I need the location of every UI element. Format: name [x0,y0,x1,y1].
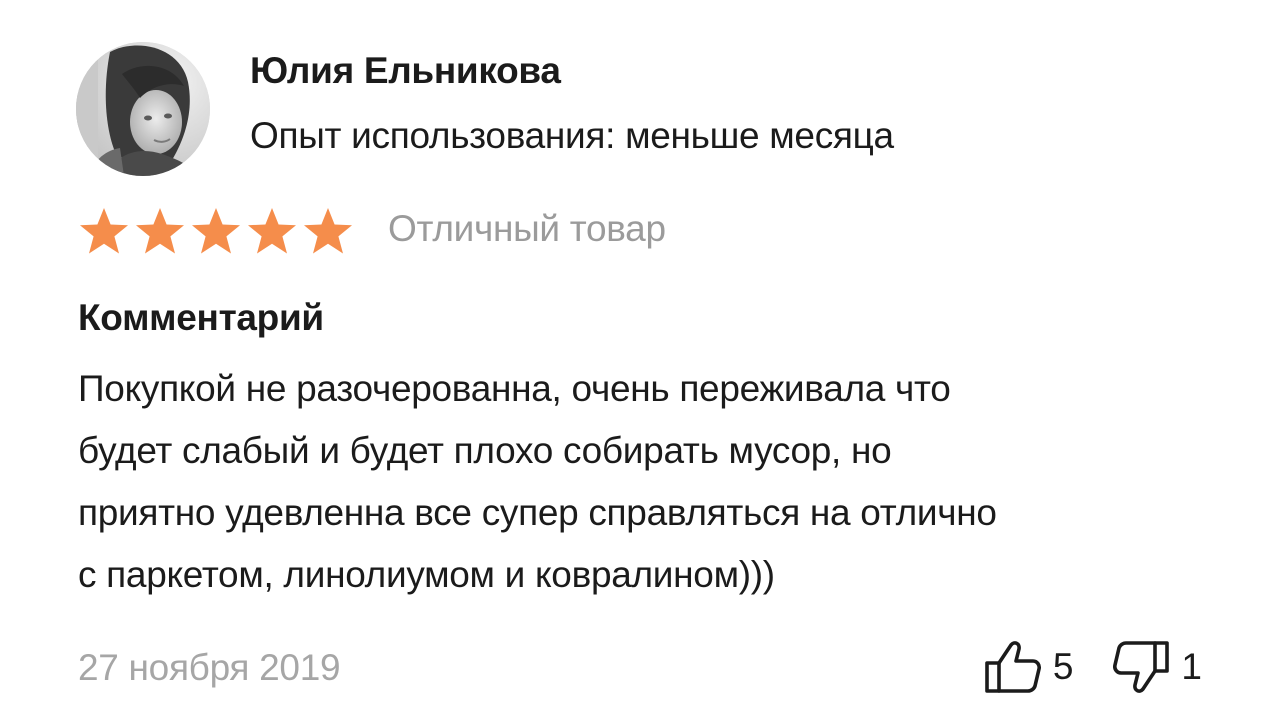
thumbs-up-icon [985,641,1041,693]
review-card: Юлия Ельникова Опыт использования: меньш… [0,0,1280,726]
like-button[interactable]: 5 [983,637,1074,697]
comment-text: Покупкой не разочерованна, очень пережив… [78,358,1228,606]
review-date: 27 ноября 2019 [78,647,341,688]
rating-label: Отличный товар [388,208,666,249]
rating-stars [78,206,354,258]
author-name[interactable]: Юлия Ельникова [250,50,561,92]
star-icon [248,208,296,254]
comment-line: будет слабый и будет плохо собирать мусо… [78,430,892,471]
star-icon [136,208,184,254]
comment-line: с паркетом, линолиумом и ковралином))) [78,554,775,595]
star-icon [304,208,352,254]
comment-line: приятно удевленна все супер справляться … [78,492,997,533]
comment-title: Комментарий [78,297,324,338]
author-avatar[interactable] [76,42,210,176]
author-experience: Опыт использования: меньше месяца [250,115,894,156]
dislike-button[interactable]: 1 [1111,637,1202,697]
like-count: 5 [1052,646,1074,687]
thumbs-down-icon [1113,641,1170,693]
dislike-count: 1 [1181,646,1202,687]
star-icon [80,208,128,254]
review-votes: 5 1 [983,636,1202,698]
star-icon [192,208,240,254]
avatar-photo [76,42,210,176]
comment-line: Покупкой не разочерованна, очень пережив… [78,368,951,409]
